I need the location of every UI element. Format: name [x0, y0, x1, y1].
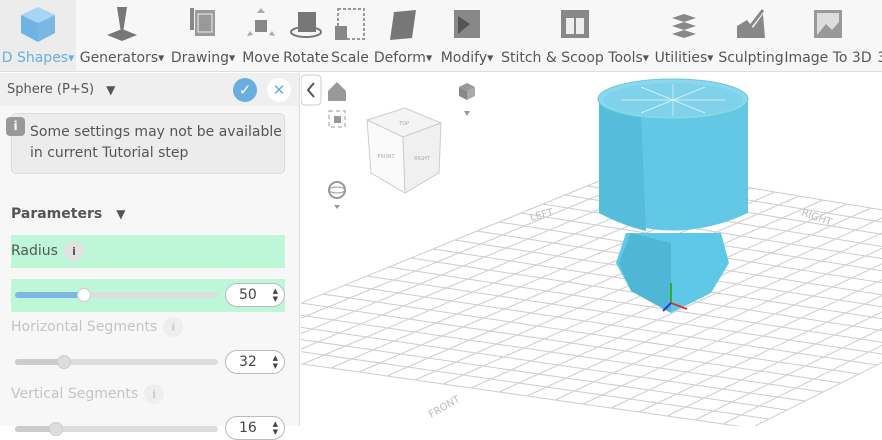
sculpting-icon — [733, 0, 769, 48]
utilities-icon — [666, 0, 702, 48]
toolbar-utilities[interactable]: Utilities▼ — [652, 0, 716, 71]
grid-label-left: LEFT — [529, 207, 555, 224]
confirm-button[interactable]: ✓ — [233, 78, 257, 102]
drawing-icon — [188, 0, 218, 48]
grid-label-right: RIGHT — [800, 207, 834, 228]
toolbar-label: Utilities — [654, 50, 708, 66]
horizontal-segments-label: Horizontal Segments i — [11, 317, 184, 337]
home-icon[interactable] — [328, 82, 346, 101]
shape-title: Sphere (P+S) — [7, 82, 95, 97]
toolbar-label: 3 — [878, 50, 882, 66]
spinner-icon[interactable]: ▲ ▼ — [273, 287, 278, 303]
cancel-button[interactable]: ✕ — [267, 78, 291, 102]
vertical-segments-input[interactable]: 16 ▲ ▼ — [225, 416, 285, 440]
view-mode-icon[interactable] — [459, 83, 475, 116]
toolbar-drawing[interactable]: Drawing▼ — [168, 0, 238, 71]
ground-grid — [301, 167, 882, 426]
cube-front-label: FRONT — [377, 154, 395, 160]
toolbar-stitch-scoop[interactable]: Stitch & Scoop Tools▼ — [499, 0, 651, 71]
toolbar-image-to-3d[interactable]: Image To 3D — [784, 0, 872, 71]
main-toolbar: D Shapes▼ Generators▼ Drawing▼ Move Rota… — [0, 0, 882, 72]
param-label: Horizontal Segments — [11, 319, 158, 335]
cube-right-label: RIGHT — [414, 156, 431, 162]
scale-icon — [333, 0, 367, 48]
radius-label: Radius i — [11, 241, 84, 261]
3d-viewport[interactable]: TOP FRONT RIGHT LEFT RIGHT FRONT — [301, 73, 882, 426]
vertical-segments-label: Vertical Segments i — [11, 384, 165, 404]
horizontal-segments-slider[interactable] — [15, 355, 218, 369]
collapse-panel-button[interactable] — [301, 74, 322, 106]
toolbar-label: D Shapes — [1, 50, 69, 66]
toolbar-sculpting[interactable]: Sculpting — [718, 0, 784, 71]
toolbar-3d-shapes[interactable]: D Shapes▼ — [0, 0, 76, 71]
toolbar-move[interactable]: Move — [240, 0, 282, 71]
properties-panel: Sphere (P+S) ▼ ✓ ✕ Some settings may not… — [0, 73, 300, 440]
move-icon — [244, 0, 278, 48]
toolbar-generators[interactable]: Generators▼ — [78, 0, 166, 71]
section-toggle-icon: ▼ — [116, 207, 126, 221]
generator-icon — [104, 0, 140, 48]
toolbar-more[interactable]: 3 — [872, 0, 882, 71]
param-label: Vertical Segments — [11, 386, 139, 402]
title-dropdown-icon[interactable]: ▼ — [106, 83, 115, 97]
toolbar-label: Sculpting — [718, 50, 784, 66]
param-label: Radius — [11, 243, 58, 259]
fit-view-icon[interactable] — [328, 110, 346, 128]
toolbar-label: Generators — [79, 50, 159, 66]
radius-input[interactable]: 50 ▲ ▼ — [225, 283, 285, 307]
info-icon[interactable]: i — [63, 241, 84, 261]
toolbar-rotate[interactable]: Rotate — [283, 0, 329, 71]
toolbar-label: Rotate — [283, 50, 329, 66]
horizontal-segments-input[interactable]: 32 ▲ ▼ — [225, 350, 285, 374]
vseg-value: 16 — [239, 420, 257, 436]
toolbar-label: Modify — [440, 50, 488, 66]
image-to-3d-icon — [810, 0, 846, 48]
spinner-icon[interactable]: ▲ ▼ — [273, 420, 278, 436]
toolbar-label: Drawing — [170, 50, 230, 66]
info-icon[interactable]: i — [163, 317, 184, 337]
toolbar-label: Stitch & Scoop Tools — [501, 50, 643, 66]
toolbar-modify[interactable]: Modify▼ — [437, 0, 497, 71]
radius-slider[interactable] — [15, 288, 218, 302]
grid-label-front: FRONT — [427, 394, 463, 421]
toolbar-deform[interactable]: Deform▼ — [371, 0, 435, 71]
modify-icon — [450, 0, 484, 48]
deform-icon — [386, 0, 420, 48]
hseg-value: 32 — [239, 354, 257, 370]
info-icon: i — [6, 117, 25, 136]
rotate-icon — [288, 0, 324, 48]
cube-icon — [18, 0, 58, 48]
toolbar-label: Image To 3D — [784, 50, 872, 66]
note-text: Some settings may not be available in cu… — [30, 124, 282, 161]
parameters-heading[interactable]: Parameters ▼ — [11, 206, 125, 222]
cube-top-label: TOP — [398, 121, 409, 127]
tutorial-note: Some settings may not be available in cu… — [11, 113, 285, 174]
toolbar-label: Scale — [331, 50, 369, 66]
vertical-segments-slider[interactable] — [15, 422, 218, 436]
toolbar-scale[interactable]: Scale — [330, 0, 370, 71]
info-icon[interactable]: i — [144, 384, 165, 404]
section-label: Parameters — [11, 206, 103, 222]
orbit-icon[interactable] — [328, 181, 346, 209]
toolbar-label: Deform — [373, 50, 426, 66]
radius-value: 50 — [239, 287, 257, 303]
spinner-icon[interactable]: ▲ ▼ — [273, 354, 278, 370]
toolbar-label: Move — [242, 50, 280, 66]
view-cube[interactable]: TOP FRONT RIGHT — [365, 107, 443, 194]
stitch-scoop-icon — [557, 0, 593, 48]
